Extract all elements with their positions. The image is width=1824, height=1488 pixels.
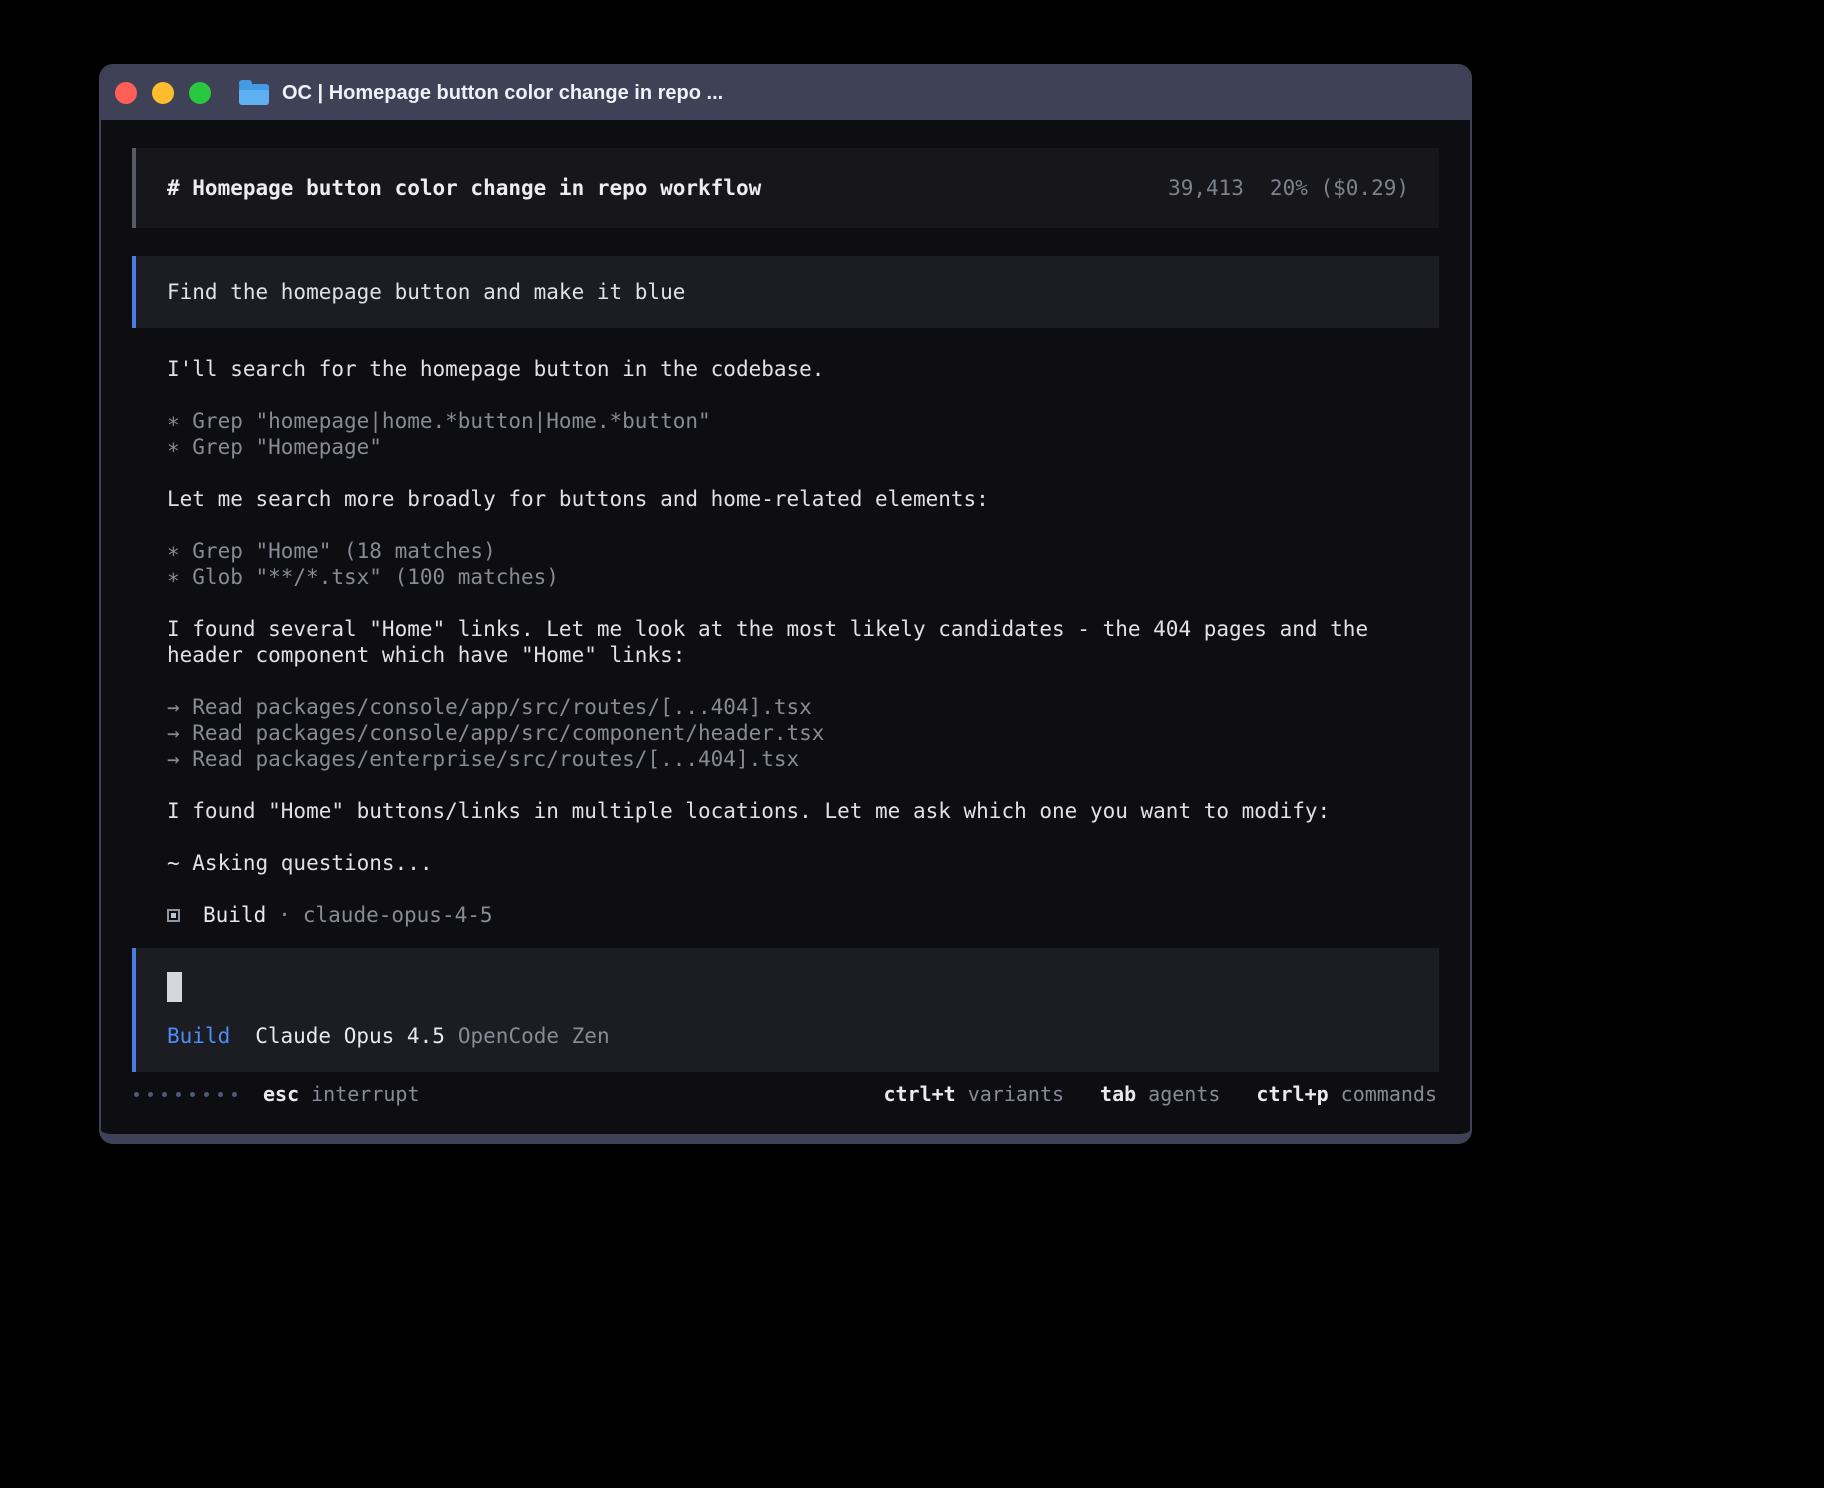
status-bar: esc interrupt ctrl+t variants tab agents… bbox=[134, 1082, 1437, 1106]
asking-questions-status: ~ Asking questions... bbox=[167, 850, 1404, 876]
esc-key-label: interrupt bbox=[311, 1082, 419, 1106]
folder-icon bbox=[239, 84, 269, 105]
user-message: Find the homepage button and make it blu… bbox=[132, 256, 1439, 328]
window-controls bbox=[115, 82, 211, 104]
zoom-button[interactable] bbox=[189, 82, 211, 104]
agent-separator: · bbox=[278, 902, 291, 928]
window-title: OC | Homepage button color change in rep… bbox=[282, 82, 723, 105]
shortcut-key: tab bbox=[1100, 1082, 1136, 1106]
context-usage: 20% ($0.29) bbox=[1270, 176, 1409, 200]
session-title: # Homepage button color change in repo w… bbox=[167, 176, 761, 200]
agent-status-line: Build · claude-opus-4-5 bbox=[167, 902, 1404, 928]
tool-call-grep: ∗ Grep "homepage|home.*button|Home.*butt… bbox=[167, 408, 1404, 434]
shortcut-agents: tab agents bbox=[1100, 1082, 1220, 1106]
conversation: I'll search for the homepage button in t… bbox=[132, 356, 1404, 928]
agent-model: claude-opus-4-5 bbox=[303, 902, 493, 928]
spinner-dots-icon bbox=[134, 1092, 237, 1097]
status-bar-right: ctrl+t variants tab agents ctrl+p comman… bbox=[847, 1082, 1437, 1106]
tool-call-read: → Read packages/console/app/src/routes/[… bbox=[167, 694, 1404, 720]
tool-call-read: → Read packages/enterprise/src/routes/[.… bbox=[167, 746, 1404, 772]
assistant-paragraph: Let me search more broadly for buttons a… bbox=[167, 486, 1404, 512]
minimize-button[interactable] bbox=[152, 82, 174, 104]
titlebar: OC | Homepage button color change in rep… bbox=[101, 66, 1470, 120]
assistant-paragraph: I found "Home" buttons/links in multiple… bbox=[167, 798, 1404, 824]
model-label: Claude Opus 4.5 bbox=[255, 1024, 445, 1048]
esc-key-hint: esc bbox=[263, 1082, 299, 1106]
agent-name: Build bbox=[203, 902, 266, 928]
tool-call-grep: ∗ Grep "Home" (18 matches) bbox=[167, 538, 1404, 564]
user-message-text: Find the homepage button and make it blu… bbox=[167, 280, 685, 304]
tool-call-group: → Read packages/console/app/src/routes/[… bbox=[167, 694, 1404, 772]
shortcut-key: ctrl+t bbox=[883, 1082, 955, 1106]
tool-call-group: ∗ Grep "Home" (18 matches) ∗ Glob "**/*.… bbox=[167, 538, 1404, 590]
terminal-content: # Homepage button color change in repo w… bbox=[101, 120, 1470, 1134]
shortcut-label: commands bbox=[1341, 1082, 1437, 1106]
terminal-window: OC | Homepage button color change in rep… bbox=[99, 64, 1472, 1144]
shortcut-variants: ctrl+t variants bbox=[883, 1082, 1064, 1106]
agent-icon bbox=[167, 909, 180, 922]
token-count: 39,413 bbox=[1168, 176, 1244, 200]
close-button[interactable] bbox=[115, 82, 137, 104]
text-cursor bbox=[167, 972, 182, 1002]
shortcut-label: agents bbox=[1148, 1082, 1220, 1106]
shortcut-key: ctrl+p bbox=[1256, 1082, 1328, 1106]
tool-call-group: ∗ Grep "homepage|home.*button|Home.*butt… bbox=[167, 408, 1404, 460]
shortcut-label: variants bbox=[968, 1082, 1064, 1106]
input-meta: Build Claude Opus 4.5 OpenCode Zen bbox=[167, 1024, 1408, 1048]
prompt-input[interactable]: Build Claude Opus 4.5 OpenCode Zen bbox=[132, 948, 1439, 1072]
provider-label: OpenCode Zen bbox=[458, 1024, 610, 1048]
agent-mode-label: Build bbox=[167, 1024, 230, 1048]
tool-call-grep: ∗ Grep "Homepage" bbox=[167, 434, 1404, 460]
status-bar-left: esc interrupt bbox=[134, 1082, 420, 1106]
tool-call-glob: ∗ Glob "**/*.tsx" (100 matches) bbox=[167, 564, 1404, 590]
assistant-paragraph: I found several "Home" links. Let me loo… bbox=[167, 616, 1404, 668]
assistant-paragraph: I'll search for the homepage button in t… bbox=[167, 356, 1404, 382]
tool-call-read: → Read packages/console/app/src/componen… bbox=[167, 720, 1404, 746]
session-stats: 39,413 20% ($0.29) bbox=[1168, 176, 1409, 200]
shortcut-commands: ctrl+p commands bbox=[1256, 1082, 1437, 1106]
session-header: # Homepage button color change in repo w… bbox=[132, 148, 1439, 228]
